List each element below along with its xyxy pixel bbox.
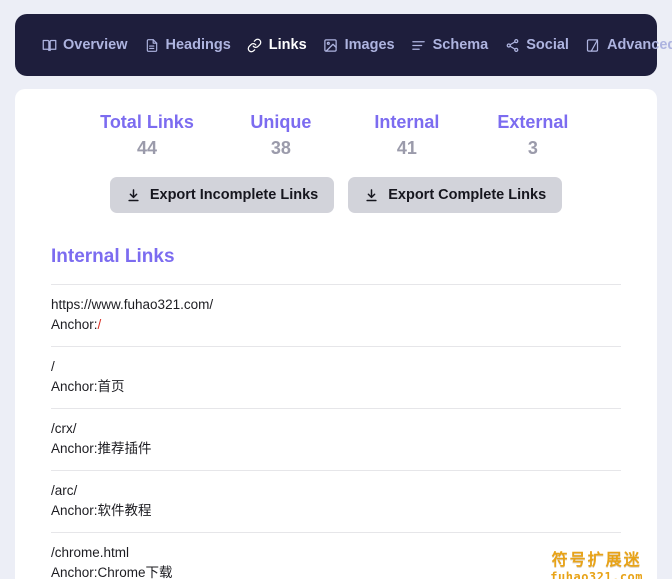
anchor-text: Chrome下载 [97,565,173,579]
export-complete-links-button[interactable]: Export Complete Links [348,177,563,213]
stat-external: External 3 [494,109,572,161]
nav-item-label: Links [268,37,307,53]
list-item[interactable]: /chrome.html Anchor:Chrome下载 [51,533,621,579]
nav-item-schema[interactable]: Schema [403,31,497,59]
anchor-prefix-label: Anchor: [51,565,98,579]
link-chain-icon [247,37,263,53]
document-icon [144,37,160,53]
content-card: Total Links 44 Unique 38 Internal 41 Ext… [15,89,657,579]
download-icon [364,188,379,203]
book-open-icon [41,37,57,53]
section-title-internal-links: Internal Links [51,246,175,267]
stat-label: Internal [374,112,440,132]
link-anchor: Anchor:软件教程 [51,501,621,521]
link-url[interactable]: /arc/ [51,481,621,501]
nav-item-advanced[interactable]: Advanced [577,31,672,59]
anchor-text: 推荐插件 [97,441,152,456]
stat-label: Total Links [100,112,194,132]
export-buttons-row: Export Incomplete Links Export Complete … [15,177,657,213]
export-incomplete-links-button[interactable]: Export Incomplete Links [109,177,335,213]
anchor-text: 软件教程 [97,503,152,518]
stats-row: Total Links 44 Unique 38 Internal 41 Ext… [15,105,657,161]
stat-value: 41 [396,138,417,158]
link-anchor: Anchor:Chrome下载 [51,563,621,579]
nav-item-overview[interactable]: Overview [33,31,136,59]
link-url[interactable]: https://www.fuhao321.com/ [51,295,621,315]
nav-item-images[interactable]: Images [315,31,403,59]
nav-item-label: Headings [165,37,231,53]
link-anchor: Anchor:/ [51,315,621,335]
anchor-prefix-label: Anchor: [51,441,98,456]
link-anchor: Anchor:推荐插件 [51,439,621,459]
stat-value: 3 [527,138,538,158]
nav-item-social[interactable]: Social [496,31,577,59]
stat-value: 38 [270,138,291,158]
stat-internal: Internal 41 [368,109,446,161]
nav-item-label: Images [344,37,395,53]
button-label: Export Incomplete Links [149,187,319,203]
button-label: Export Complete Links [388,187,547,203]
stat-label: Unique [250,112,312,132]
share-nodes-icon [504,37,520,53]
main-navbar: Overview Headings Links Images Schema So… [15,14,672,76]
stat-unique: Unique 38 [242,109,320,161]
list-item[interactable]: / Anchor:首页 [51,347,621,409]
list-item[interactable]: https://www.fuhao321.com/ Anchor:/ [51,285,621,347]
link-anchor: Anchor:首页 [51,377,621,397]
stat-label: External [497,112,569,132]
nav-item-label: Overview [63,37,128,53]
internal-links-list: https://www.fuhao321.com/ Anchor:/ / Anc… [51,284,621,579]
nav-item-headings[interactable]: Headings [136,31,239,59]
download-icon [126,188,141,203]
list-lines-icon [411,37,427,53]
nav-item-label: Schema [432,37,489,53]
list-item[interactable]: /crx/ Anchor:推荐插件 [51,409,621,471]
link-url[interactable]: / [51,357,621,377]
anchor-text: / [97,317,102,332]
app-root: Overview Headings Links Images Schema So… [0,0,672,579]
link-url[interactable]: /crx/ [51,419,621,439]
nav-item-label: Advanced [606,37,672,53]
list-item[interactable]: /arc/ Anchor:软件教程 [51,471,621,533]
anchor-prefix-label: Anchor: [51,503,98,518]
anchor-prefix-label: Anchor: [51,379,98,394]
image-icon [323,37,339,53]
nav-item-links[interactable]: Links [239,31,315,59]
link-url[interactable]: /chrome.html [51,543,621,563]
nav-item-label: Social [526,37,569,53]
stat-total-links: Total Links 44 [100,109,194,161]
stat-value: 44 [136,138,158,158]
anchor-prefix-label: Anchor: [51,317,98,332]
page-corner-icon [585,37,601,53]
anchor-text: 首页 [97,379,125,394]
